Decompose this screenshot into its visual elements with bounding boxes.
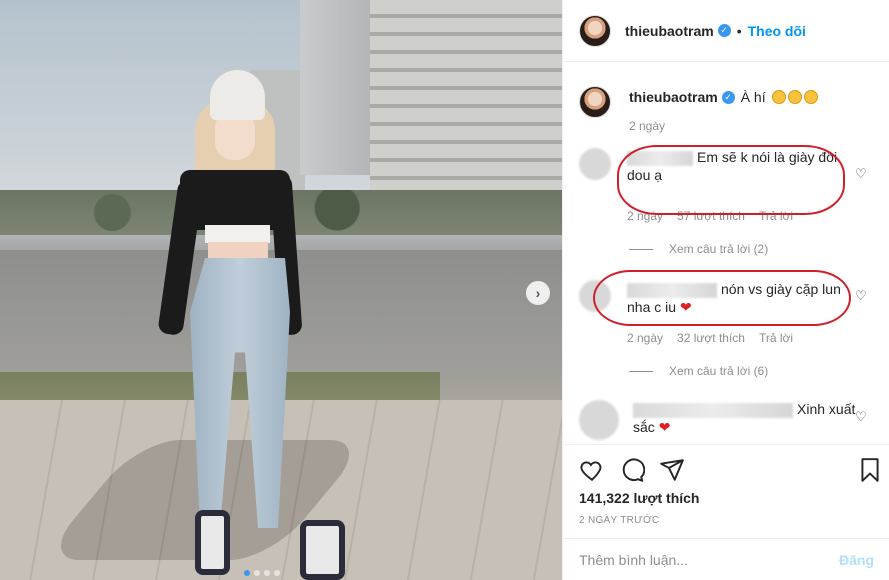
cat-emoji-icon <box>803 90 818 104</box>
heart-outline-icon[interactable]: ♡ <box>855 288 867 304</box>
comment-likes[interactable]: 32 lượt thích <box>677 331 745 345</box>
avatar[interactable] <box>579 86 611 118</box>
verified-icon: ✓ <box>721 90 735 104</box>
like-count[interactable]: 141,322 lượt thích <box>579 490 699 506</box>
bookmark-icon[interactable] <box>857 457 883 483</box>
caption: thieubaotram ✓ À hí 2 ngày <box>579 86 818 133</box>
blurred-username <box>633 402 793 418</box>
caption-text: À hí <box>740 89 766 105</box>
reply-button[interactable]: Trả lời <box>759 331 793 345</box>
cat-emoji-icon <box>787 90 802 104</box>
share-icon[interactable] <box>659 457 685 483</box>
post-comment-button[interactable]: Đăng <box>839 552 874 568</box>
photo-building <box>300 0 370 175</box>
caption-age: 2 ngày <box>629 119 666 133</box>
post-photo[interactable]: › <box>0 0 562 580</box>
heart-outline-icon[interactable]: ♡ <box>855 409 867 425</box>
view-replies-button[interactable]: Xem câu trả lời (2) <box>629 242 768 256</box>
red-annotation-oval <box>593 270 851 326</box>
comment-icon[interactable] <box>619 457 645 483</box>
carousel-dot <box>244 570 250 576</box>
add-comment-bar: Đăng <box>563 538 889 580</box>
heart-icon[interactable] <box>579 457 605 483</box>
carousel-dot <box>274 570 280 576</box>
caption-username[interactable]: thieubaotram <box>629 89 718 105</box>
comment: Xinh xuất sắc ❤ <box>579 400 879 440</box>
red-heart-icon: ❤ <box>658 419 671 435</box>
carousel-next-button[interactable]: › <box>526 281 550 305</box>
avatar[interactable] <box>579 148 611 180</box>
post-header: thieubaotram ✓ • Theo dõi <box>563 0 889 62</box>
comment-input[interactable] <box>579 551 839 568</box>
verified-icon: ✓ <box>717 24 731 37</box>
username[interactable]: thieubaotram <box>625 23 714 39</box>
carousel-dot <box>254 570 260 576</box>
beanie <box>210 70 265 120</box>
sneaker <box>195 510 230 575</box>
comment-meta: 2 ngày 32 lượt thích Trả lời <box>627 331 793 345</box>
sneaker <box>300 520 345 580</box>
red-annotation-oval <box>617 145 845 215</box>
avatar[interactable] <box>579 400 619 440</box>
carousel-dot <box>264 570 270 576</box>
post-date: 2 NGÀY TRƯỚC <box>579 515 660 526</box>
chevron-right-icon: › <box>535 285 541 301</box>
avatar[interactable] <box>579 14 611 47</box>
post-side-panel: thieubaotram ✓ • Theo dõi thieubaotram ✓… <box>562 0 889 580</box>
heart-outline-icon[interactable]: ♡ <box>855 166 867 182</box>
carousel-dots <box>244 570 280 576</box>
cat-emoji-icon <box>771 90 786 104</box>
follow-button[interactable]: Theo dõi <box>748 23 806 39</box>
comment-age: 2 ngày <box>627 331 664 345</box>
photo-person <box>157 70 345 580</box>
view-replies-button[interactable]: Xem câu trả lời (6) <box>629 364 768 378</box>
